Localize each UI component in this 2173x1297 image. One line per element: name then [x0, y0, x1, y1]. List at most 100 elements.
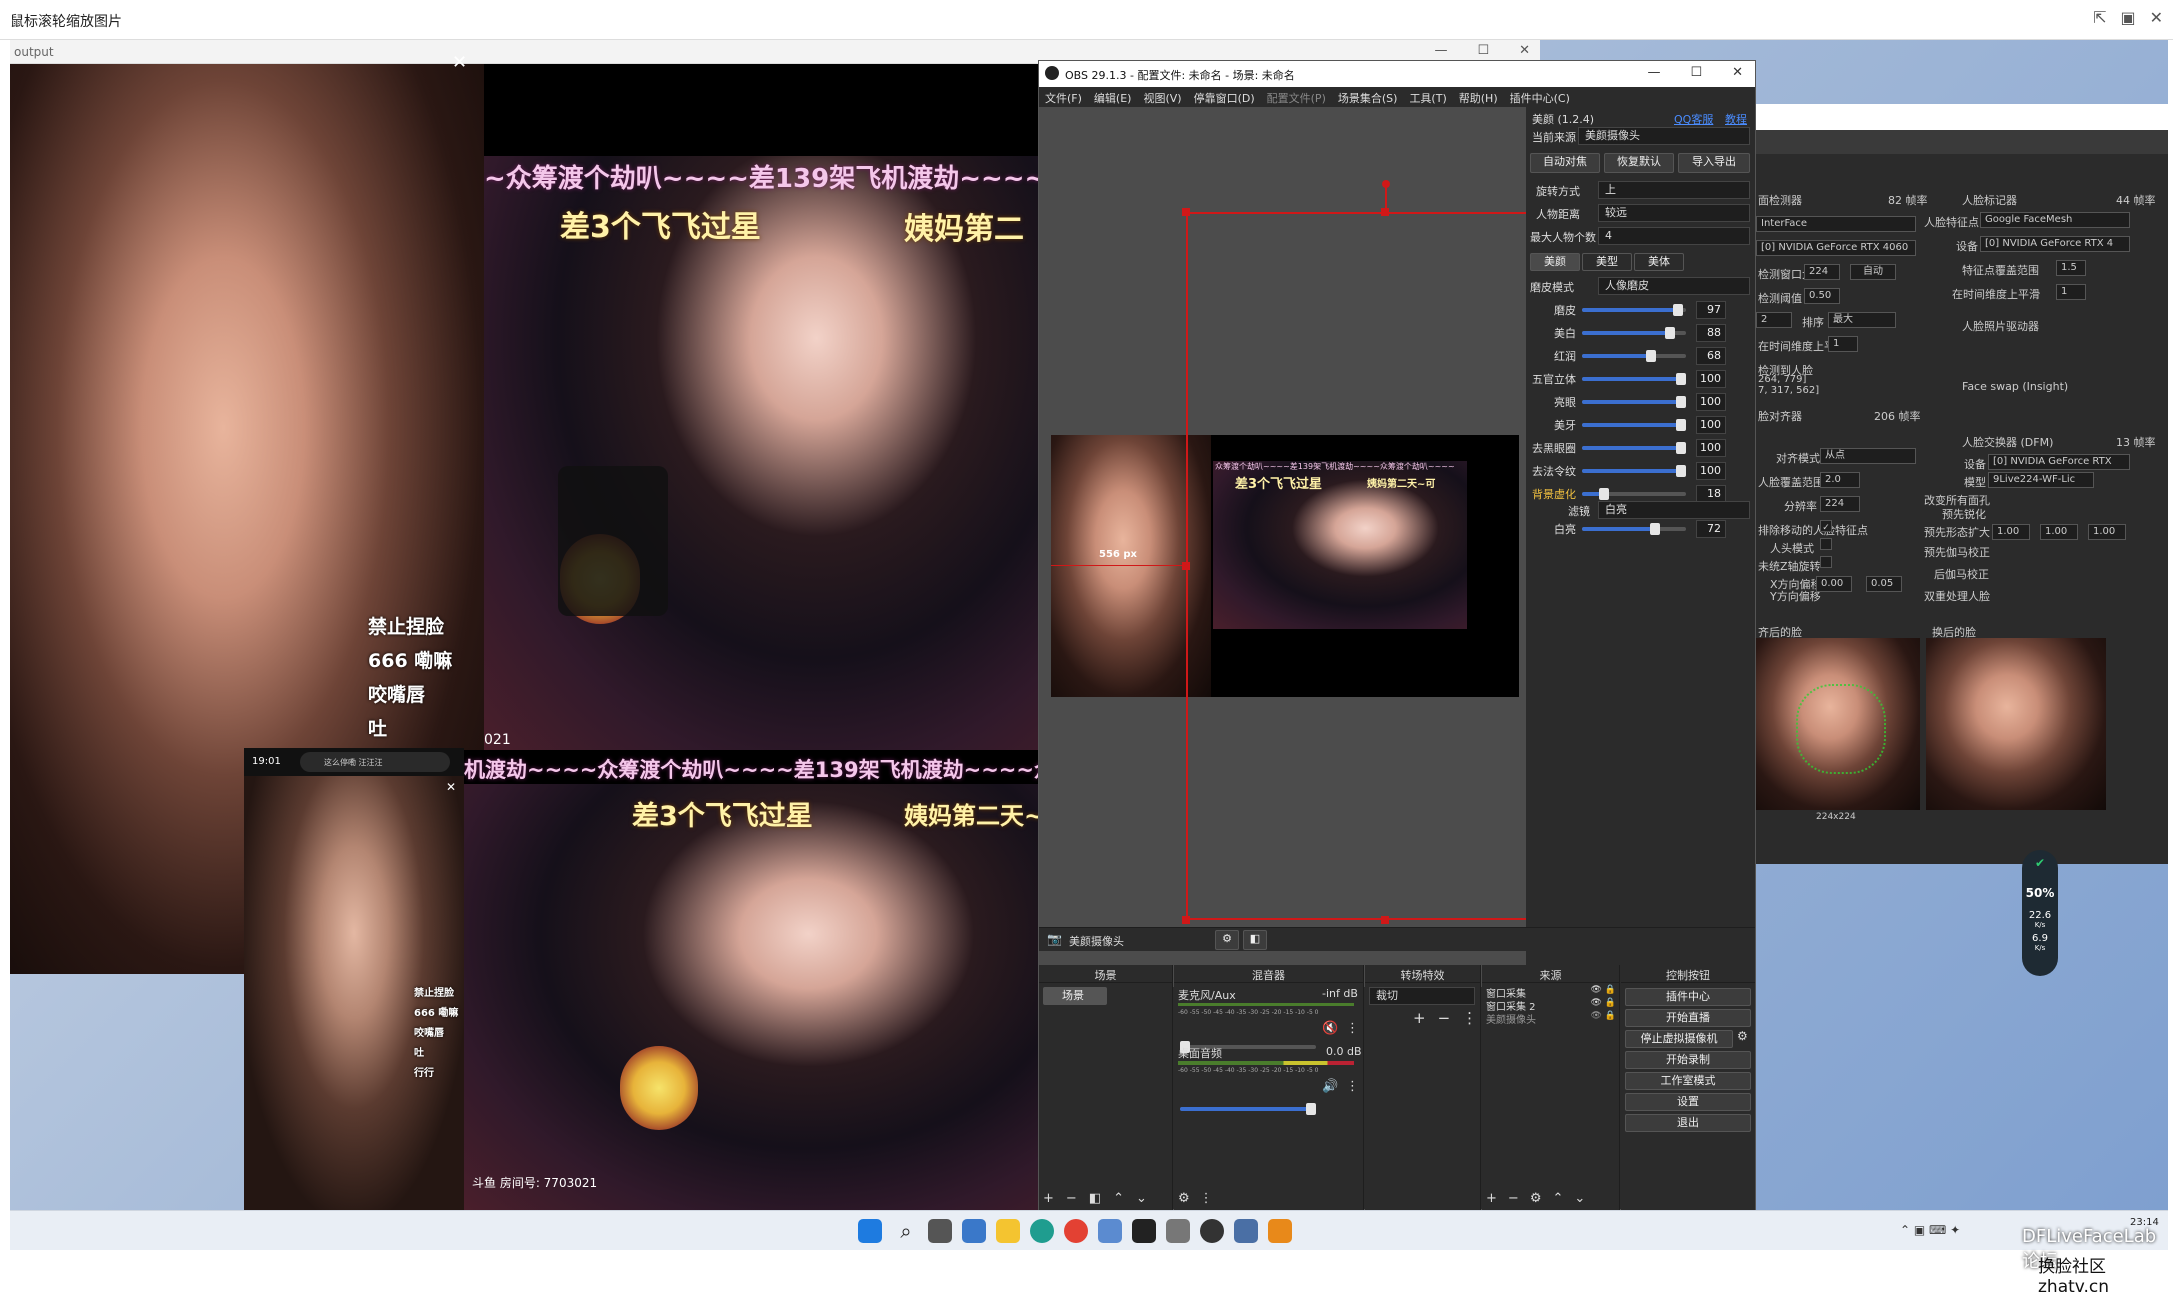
widgets-icon[interactable]: [962, 1219, 986, 1243]
aligner-free-checkbox[interactable]: [1820, 556, 1832, 568]
close-icon[interactable]: ✕: [2150, 8, 2163, 27]
remove-icon[interactable]: −: [1438, 1009, 1451, 1027]
menu-help[interactable]: 帮助(H): [1459, 90, 1498, 105]
import-export-button[interactable]: 导入导出: [1678, 153, 1750, 173]
dfm-gamma-r[interactable]: 1.00: [1992, 524, 2030, 540]
menu-edit[interactable]: 编辑(E): [1094, 90, 1132, 105]
aligner-y-input[interactable]: 0.05: [1866, 576, 1902, 592]
detector-window-input[interactable]: 224: [1804, 264, 1840, 280]
menu-docks[interactable]: 停靠窗口(D): [1194, 90, 1255, 105]
menu-profile[interactable]: 配置文件(P): [1267, 90, 1326, 105]
control-button[interactable]: 停止虚拟摄像机: [1625, 1030, 1733, 1048]
detector-smooth-input[interactable]: 1: [1828, 336, 1858, 352]
detector-device-select[interactable]: [0] NVIDIA GeForce RTX 4060: [1756, 240, 1916, 256]
beauty-slider[interactable]: [1582, 395, 1686, 408]
filters-icon[interactable]: ◧: [1243, 930, 1267, 950]
scene-item[interactable]: 场景: [1043, 987, 1107, 1005]
dfm-gamma-g[interactable]: 1.00: [2040, 524, 2078, 540]
obs-icon[interactable]: [1200, 1219, 1224, 1243]
dfm-gamma-b[interactable]: 1.00: [2088, 524, 2126, 540]
minimize-icon[interactable]: —: [1647, 65, 1660, 80]
source-item[interactable]: 美颜摄像头 👁 🔒: [1486, 1011, 1616, 1026]
close-icon[interactable]: ✕: [446, 780, 456, 794]
remove-icon[interactable]: −: [1508, 1191, 1519, 1206]
search-icon[interactable]: ⌕: [894, 1219, 918, 1243]
terminal-icon[interactable]: [1132, 1219, 1156, 1243]
control-button[interactable]: 开始直播: [1625, 1009, 1751, 1027]
beauty-slider[interactable]: [1582, 418, 1686, 431]
beauty-slider-value[interactable]: 100: [1696, 392, 1726, 411]
photos-icon[interactable]: [1098, 1219, 1122, 1243]
add-icon[interactable]: +: [1486, 1191, 1497, 1206]
marker-model-select[interactable]: Google FaceMesh: [1980, 212, 2130, 228]
menu-icon[interactable]: ⋮: [1200, 1191, 1213, 1206]
reset-default-button[interactable]: 恢复默认: [1604, 153, 1674, 173]
beauty-slider-value[interactable]: 97: [1696, 300, 1726, 319]
filters-icon[interactable]: ◧: [1089, 1191, 1101, 1206]
gear-icon[interactable]: ⚙: [1178, 1191, 1190, 1206]
beauty-slider[interactable]: [1582, 487, 1686, 500]
detector-sort-select[interactable]: 最大: [1828, 312, 1896, 328]
mic-menu-icon[interactable]: ⋮: [1346, 1021, 1359, 1036]
qq-support-link[interactable]: QQ客服: [1674, 111, 1713, 127]
close-icon[interactable]: ✕: [1732, 65, 1743, 80]
gear-icon[interactable]: ⚙: [1215, 930, 1239, 950]
dfm-device-select[interactable]: [0] NVIDIA GeForce RTX: [1988, 454, 2130, 470]
aligner-x-input[interactable]: 0.00: [1816, 576, 1852, 592]
max-people-input[interactable]: 4: [1598, 227, 1750, 245]
control-button[interactable]: 开始录制: [1625, 1051, 1751, 1069]
filter-strength-value[interactable]: 72: [1696, 519, 1726, 538]
beauty-slider-value[interactable]: 18: [1696, 484, 1726, 503]
menu-plugins[interactable]: 插件中心(C): [1510, 90, 1570, 105]
control-button[interactable]: 退出: [1625, 1114, 1751, 1132]
menu-icon[interactable]: ⋮: [1462, 1009, 1477, 1027]
desktop-volume-slider[interactable]: [1180, 1103, 1316, 1115]
marker-smooth-input[interactable]: 1: [2056, 284, 2086, 300]
distance-select[interactable]: 较远: [1598, 204, 1750, 222]
aligner-res-input[interactable]: 224: [1820, 496, 1860, 512]
menu-tools[interactable]: 工具(T): [1409, 90, 1446, 105]
add-icon[interactable]: +: [1043, 1191, 1054, 1206]
task-view-icon[interactable]: [928, 1219, 952, 1243]
tutorial-link[interactable]: 教程: [1725, 111, 1747, 127]
up-icon[interactable]: ⌃: [1113, 1191, 1124, 1206]
aligner-head-checkbox[interactable]: [1820, 538, 1832, 550]
beauty-slider[interactable]: [1582, 326, 1686, 339]
desktop-menu-icon[interactable]: ⋮: [1346, 1079, 1359, 1094]
file-explorer-icon[interactable]: [996, 1219, 1020, 1243]
current-source-select[interactable]: 美颜摄像头: [1578, 127, 1750, 145]
filter-strength-slider[interactable]: [1582, 522, 1686, 535]
mute-icon[interactable]: 🔇: [1322, 1021, 1338, 1036]
gear-icon[interactable]: ⚙: [1530, 1191, 1542, 1206]
tray-icons[interactable]: ⌃ ▣ ⌨ ✦: [1900, 1223, 1960, 1237]
remove-icon[interactable]: −: [1066, 1191, 1077, 1206]
menu-view[interactable]: 视图(V): [1143, 90, 1181, 105]
selection-handle[interactable]: [1381, 916, 1389, 924]
selection-handle[interactable]: [1182, 208, 1190, 216]
maximize-icon[interactable]: ▣: [2120, 8, 2135, 27]
beauty-slider[interactable]: [1582, 349, 1686, 362]
virtual-camera-gear-icon[interactable]: ⚙: [1737, 1029, 1748, 1043]
marker-device-select[interactable]: [0] NVIDIA GeForce RTX 4: [1980, 236, 2130, 252]
detector-model-select[interactable]: InterFace: [1756, 216, 1916, 232]
tab-beauty[interactable]: 美颜: [1530, 253, 1580, 271]
settings-icon[interactable]: [1234, 1219, 1258, 1243]
popout-icon[interactable]: ⇱: [2093, 8, 2106, 27]
maximize-icon[interactable]: ☐: [1690, 65, 1702, 80]
rotate-select[interactable]: 上: [1598, 181, 1750, 199]
visibility-lock-icon[interactable]: 👁 🔒: [1591, 998, 1617, 1011]
control-button[interactable]: 工作室模式: [1625, 1072, 1751, 1090]
tab-body[interactable]: 美体: [1634, 253, 1684, 271]
close-icon[interactable]: ✕: [1519, 43, 1530, 58]
add-icon[interactable]: +: [1413, 1009, 1426, 1027]
down-icon[interactable]: ⌄: [1136, 1191, 1147, 1206]
down-icon[interactable]: ⌄: [1574, 1191, 1585, 1206]
detector-auto-button[interactable]: 自动: [1850, 264, 1896, 280]
aligner-coverage-input[interactable]: 2.0: [1820, 472, 1860, 488]
chrome-icon[interactable]: [1064, 1219, 1088, 1243]
minimize-icon[interactable]: —: [1434, 43, 1447, 58]
source-item[interactable]: 窗口采集 2 👁 🔒: [1486, 998, 1617, 1013]
tab-shape[interactable]: 美型: [1582, 253, 1632, 271]
beauty-slider[interactable]: [1582, 372, 1686, 385]
maximize-icon[interactable]: ☐: [1477, 43, 1489, 58]
